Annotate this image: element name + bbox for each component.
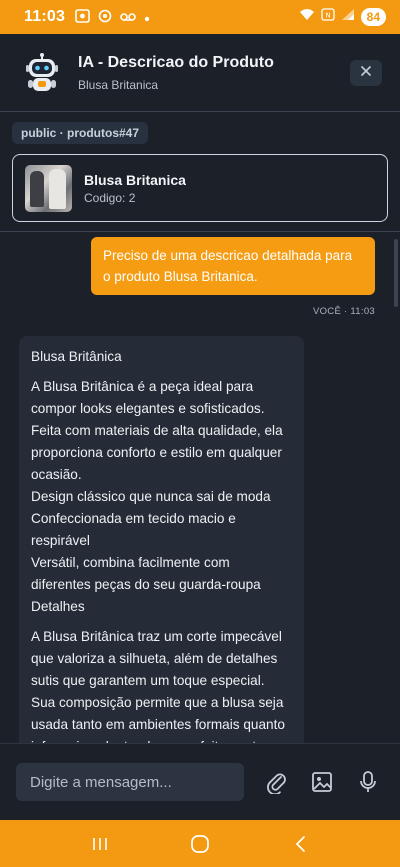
message-meta: VOCÊ · 11:03	[312, 306, 375, 317]
scrollbar[interactable]	[394, 239, 398, 307]
back-icon[interactable]	[285, 829, 315, 859]
robot-avatar-icon	[24, 52, 60, 93]
image-icon[interactable]	[310, 770, 334, 794]
chat-screen: IA - Descricao do Produto Blusa Britanic…	[0, 34, 400, 820]
signal-icon	[341, 8, 355, 26]
screenshot-icon	[75, 8, 90, 26]
status-bar: 11:03 N 84	[0, 0, 400, 34]
header-text: IA - Descricao do Produto Blusa Britanic…	[78, 54, 350, 92]
product-thumbnail	[25, 164, 72, 212]
battery-icon: 84	[360, 8, 386, 26]
attach-icon[interactable]	[264, 770, 288, 794]
page-subtitle: Blusa Britanica	[78, 77, 159, 92]
user-message: Preciso de uma descricao detalhada para …	[91, 237, 375, 295]
dot-icon	[144, 10, 150, 25]
system-nav-bar	[0, 820, 400, 867]
chat-header: IA - Descricao do Produto Blusa Britanic…	[0, 34, 400, 112]
ai-message-line: A Blusa Britânica é a peça ideal para co…	[31, 379, 283, 482]
product-code: Codigo: 2	[84, 190, 136, 205]
close-icon	[360, 64, 372, 82]
message-list[interactable]: Preciso de uma descricao detalhada para …	[0, 237, 400, 743]
divider	[0, 231, 400, 232]
ai-message: Blusa Britânica A Blusa Britânica é a pe…	[19, 336, 304, 743]
status-right-icons: N 84	[299, 8, 386, 26]
product-name: Blusa Britanica	[84, 171, 186, 188]
record-tag: public · produtos#47	[12, 122, 149, 144]
page-title: IA - Descricao do Produto	[78, 53, 274, 71]
recent-apps-icon[interactable]	[85, 829, 115, 859]
status-time: 11:03	[24, 8, 66, 25]
ai-message-paragraph: A Blusa Britânica traz um corte impecáve…	[31, 629, 285, 743]
tag-row: public · produtos#47	[0, 112, 400, 144]
mic-icon[interactable]	[356, 770, 380, 794]
ai-message-line: Confeccionada em tecido macio e respiráv…	[31, 511, 236, 548]
svg-text:N: N	[325, 12, 330, 20]
ai-message-title: Blusa Britânica	[31, 349, 122, 364]
composer-actions	[264, 770, 380, 794]
ai-message-line: Design clássico que nunca sai de moda	[31, 489, 271, 504]
composer	[0, 743, 400, 820]
thumb-figure-left	[30, 170, 44, 207]
close-button[interactable]	[350, 59, 382, 86]
at-icon	[98, 9, 112, 26]
status-left-icons	[75, 8, 150, 26]
nfc-icon: N	[320, 8, 335, 26]
wifi-icon	[299, 8, 315, 26]
ai-message-line: Versátil, combina facilmente com diferen…	[31, 555, 261, 592]
product-info: Blusa Britanica Codigo: 2	[84, 172, 186, 205]
message-input[interactable]	[16, 763, 244, 801]
home-icon[interactable]	[185, 829, 215, 859]
ai-message-line: Detalhes	[31, 599, 85, 614]
product-card[interactable]: Blusa Britanica Codigo: 2	[12, 154, 388, 222]
voicemail-icon	[120, 10, 136, 25]
thumb-figure-right	[49, 168, 66, 209]
